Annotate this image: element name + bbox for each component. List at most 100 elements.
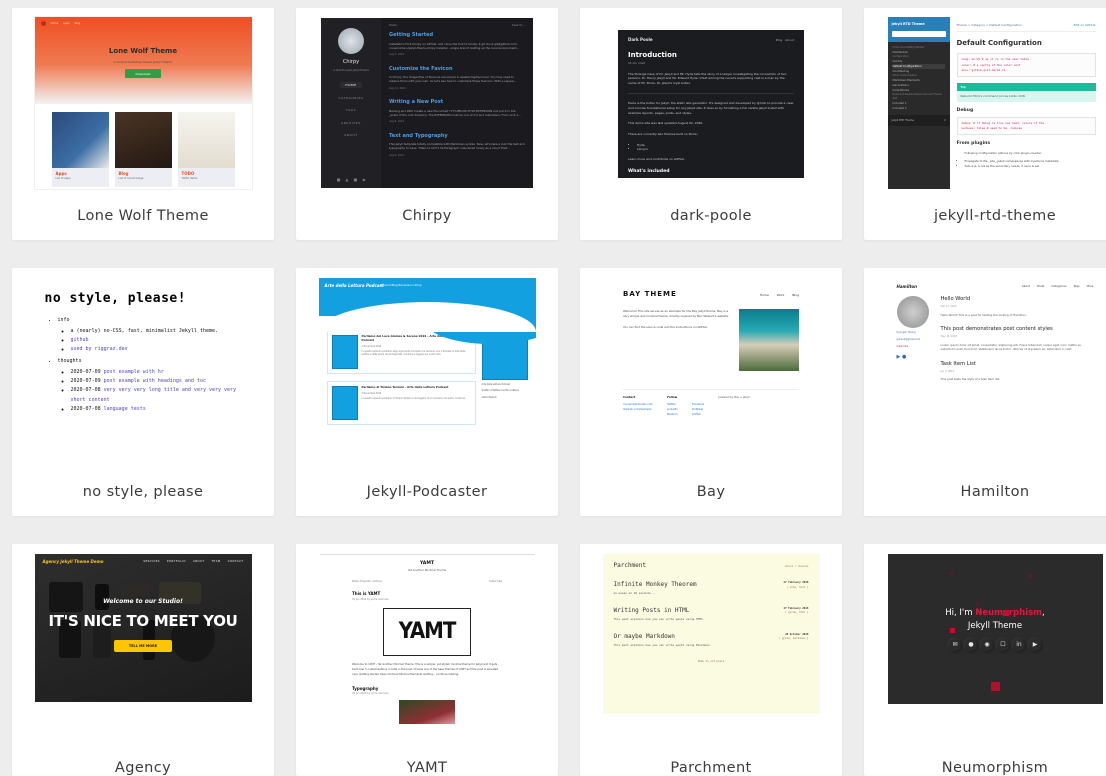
tile-title: Blog (118, 171, 129, 176)
theme-name-label[interactable]: YAMT (296, 750, 558, 776)
nav-link-about: About (785, 38, 794, 42)
site-brand: Arte della Lettura Podcast (324, 283, 384, 288)
post-text: Writing Posts in HTML This post explains… (614, 607, 705, 622)
site-title: no style, please! (44, 291, 187, 306)
theme-card-lone-wolf[interactable]: Home Apps Blog Lone Wolf Theme A simple … (12, 8, 274, 240)
intro-paragraph: Welcome! This site serves as an example … (623, 309, 729, 319)
agency-hero: Welcome to our Studio! IT'S NICE TO MEET… (35, 598, 252, 653)
site-tagline: A text-focused Jekyll theme (333, 68, 369, 72)
email-icon: ✉ (949, 639, 961, 652)
nav-links: Home Work Blog (753, 293, 799, 297)
theme-preview-thumbnail[interactable]: YAMT Yet Another Minimal Theme Posts, Pr… (296, 544, 558, 750)
theme-preview-thumbnail[interactable]: Jekyll RTD Theme Home and Getting Starte… (864, 8, 1106, 194)
dark-poole-header: Dark Poole Blog About (628, 37, 794, 42)
theme-name-label[interactable]: Hamilton (864, 470, 1106, 516)
theme-name-label[interactable]: Agency (12, 750, 274, 776)
theme-name-label[interactable]: Bay (580, 470, 842, 516)
nav-link-portfolio: PORTFOLIO (166, 560, 186, 564)
post-date: 28 October 2018 (785, 632, 809, 636)
sidebar-subtitle: Quattro ArtePisani su Blo e lettere (481, 389, 519, 393)
theme-card-yamt[interactable]: YAMT Yet Another Minimal Theme Posts, Pr… (296, 544, 558, 776)
github-icon: ● (965, 639, 977, 652)
theme-preview-thumbnail[interactable]: no style, please! info a (nearly) no-CSS… (12, 268, 274, 470)
subsection-title: Debug (956, 107, 974, 113)
post-title: Customize the Favicon (389, 65, 453, 72)
theme-card-bay[interactable]: BAY THEME Home Work Blog Welcome! This s… (580, 268, 842, 516)
theme-preview-thumbnail[interactable]: BAY THEME Home Work Blog Welcome! This s… (580, 268, 842, 470)
theme-preview-thumbnail[interactable]: Dark Poole Blog About Introduction 04 Ap… (580, 8, 842, 194)
post-excerpt: In Chirpy, the image files of favicons a… (389, 75, 517, 84)
theme-name-label[interactable]: Neumorphism (864, 750, 1106, 776)
post-excerpt: This post tests the style of a task item… (940, 377, 1001, 382)
site-title: YAMT (419, 561, 435, 566)
theme-card-hamilton[interactable]: Hamilton About Posts Categories Tags Mor… (864, 268, 1106, 516)
hero-headline: IT'S NICE TO MEET YOU (48, 612, 238, 631)
nav-link-work: Work (776, 292, 785, 297)
decor-square (1002, 610, 1009, 616)
theme-card-agency[interactable]: Agency Jekyll Theme Demo SERVICES PORTFO… (12, 544, 274, 776)
nav-link-contact: CONTACT (227, 560, 244, 564)
theme-name-label[interactable]: Parchment (580, 750, 842, 776)
nav-link-posts: Posts (1037, 284, 1045, 288)
post-excerpt: Naming and Path Create a new file named … (389, 108, 521, 117)
sidebar-brand: Jekyll RTD Theme (891, 22, 925, 26)
theme-preview-thumbnail[interactable]: Chirpy A text-focused Jekyll theme HOME … (296, 8, 558, 194)
theme-card-chirpy[interactable]: Chirpy A text-focused Jekyll theme HOME … (296, 8, 558, 240)
outline-list: info a (nearly) no-CSS, fast, minimalist… (45, 316, 242, 415)
theme-list: Hyde Lanyon (628, 143, 794, 151)
link: github (70, 337, 89, 344)
post-excerpt: an essay on 10 seconds... (613, 591, 656, 596)
nav-link-shop: Shop (414, 283, 422, 287)
theme-preview-thumbnail[interactable]: Parchment About / Resume Infinite Monkey… (580, 544, 842, 750)
lone-wolf-screenshot: Home Apps Blog Lone Wolf Theme A simple … (33, 16, 253, 190)
chirpy-sidebar: Chirpy A text-focused Jekyll theme HOME … (321, 18, 381, 188)
theme-name-label[interactable]: Jekyll-Podcaster (296, 470, 558, 516)
theme-card-jekyll-rtd-theme[interactable]: Jekyll RTD Theme Home and Getting Starte… (864, 8, 1106, 240)
agency-screenshot: Agency Jekyll Theme Demo SERVICES PORTFO… (34, 554, 252, 702)
plugins-list: Propagate to file _site_.jekyll namespac… (957, 159, 1096, 169)
sidebar-item-home: HOME (340, 82, 362, 89)
theme-card-jekyll-podcaster[interactable]: Arte della Lettura Podcast Episodi Blog … (296, 268, 558, 516)
post-date: Aug 3, 2021 (389, 53, 405, 57)
theme-card-parchment[interactable]: Parchment About / Resume Infinite Monkey… (580, 544, 842, 776)
theme-preview-thumbnail[interactable]: Agency Jekyll Theme Demo SERVICES PORTFO… (12, 544, 274, 750)
breadcrumb: Theme > Category > Default Configuration… (956, 23, 1096, 33)
episode-excerpt: In questo episodio parliamo di Tiziano T… (361, 397, 466, 401)
theme-card-no-style-please[interactable]: no style, please! info a (nearly) no-CSS… (12, 268, 274, 516)
search-input (891, 30, 946, 37)
theme-preview-thumbnail[interactable]: Home Apps Blog Lone Wolf Theme A simple … (12, 8, 274, 194)
instagram-icon: ☐ (997, 639, 1009, 652)
nav-link-apps: Apps (63, 21, 70, 25)
theme-card-neumorphism[interactable]: Hi, I'm Neumorphism, Jekyll Theme ✉ ● ◉ ☐… (864, 544, 1106, 776)
parchment-screenshot: Parchment About / Resume Infinite Monkey… (602, 554, 820, 714)
theme-preview-thumbnail[interactable]: Arte della Lettura Podcast Episodi Blog … (296, 268, 558, 470)
post-title: Task Item List (940, 361, 976, 368)
theme-card-dark-poole[interactable]: Dark Poole Blog About Introduction 04 Ap… (580, 8, 842, 240)
theme-name-label[interactable]: no style, please (12, 470, 274, 516)
theme-name-label[interactable]: jekyll-rtd-theme (864, 194, 1106, 240)
rtd-sidebar: Jekyll RTD Theme Home and Getting Starte… (887, 17, 950, 189)
episode-meta: 9 Novembre 2019 (361, 391, 382, 395)
theme-preview-thumbnail[interactable]: Hi, I'm Neumorphism, Jekyll Theme ✉ ● ◉ ☐… (864, 544, 1106, 750)
site-title: Dark Poole (628, 37, 653, 42)
post-date: Jan 3, 2019 (940, 370, 955, 374)
theme-preview-thumbnail[interactable]: Hamilton About Posts Categories Tags Mor… (864, 268, 1106, 470)
podcast-artwork (331, 386, 358, 420)
subscribe-link: Subscribe (896, 345, 909, 349)
theme-name-label[interactable]: dark-poole (580, 194, 842, 240)
tile-title: TODO (181, 171, 195, 176)
bay-content: Welcome! This site serves as an example … (623, 309, 799, 372)
hamilton-screenshot: Hamilton About Posts Categories Tags Mor… (887, 277, 1103, 449)
theme-name-label[interactable]: Chirpy (296, 194, 558, 240)
linkedin-icon: in (1013, 639, 1025, 652)
nav-link-home: Home (50, 21, 59, 25)
hamilton-main: Hello World Mar 11, 2020 Hello World! Th… (941, 296, 1094, 391)
post-paragraph: There are currently two themes built on … (628, 132, 698, 137)
twitter-icon: ▶ (1029, 639, 1041, 652)
link: used by riggraz.dev (70, 346, 128, 353)
download-button: Download (125, 69, 161, 79)
post-paragraph: Welcome to YAMT - Yet Another Minimal Th… (352, 663, 499, 676)
theme-name-label[interactable]: Lone Wolf Theme (12, 194, 274, 240)
section-label: info (57, 316, 70, 323)
nav-link-home: Home (759, 292, 769, 297)
